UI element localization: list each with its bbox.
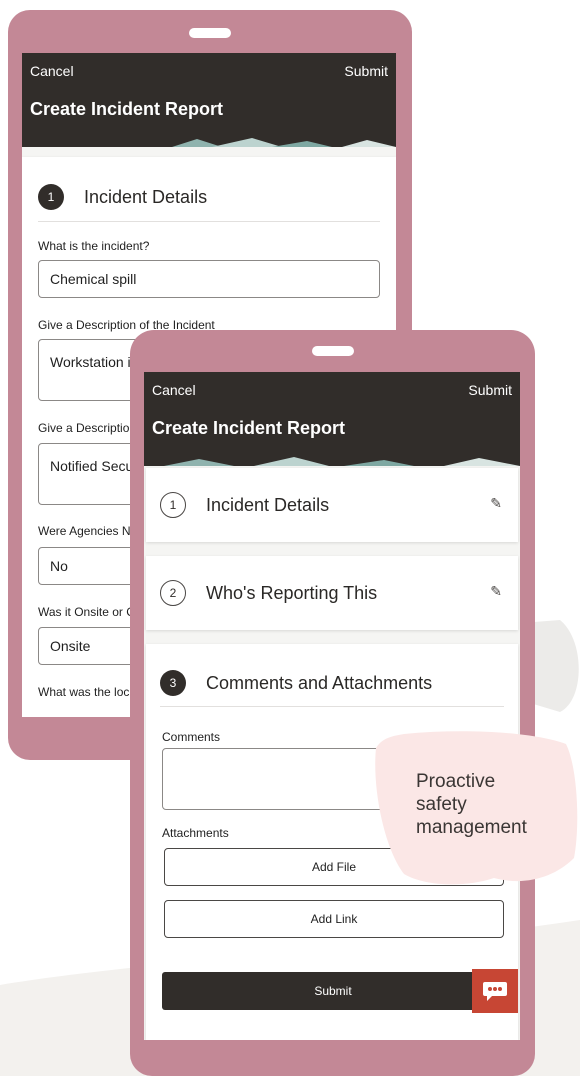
incident-input[interactable]: Chemical spill	[38, 260, 380, 298]
submit-header-button[interactable]: Submit	[344, 63, 388, 79]
cancel-button[interactable]: Cancel	[152, 382, 196, 398]
submit-header-button[interactable]: Submit	[468, 382, 512, 398]
add-link-button[interactable]: Add Link	[164, 900, 504, 938]
step-incident-details: 1 Incident Details	[160, 492, 329, 518]
field-label: Were Agencies N	[38, 524, 131, 538]
chat-bubble-ellipsis-icon	[483, 982, 507, 1001]
divider	[160, 706, 504, 707]
step-label: Who's Reporting This	[206, 582, 378, 603]
header-artwork	[144, 456, 520, 466]
phone-speaker	[189, 28, 231, 38]
page-title: Create Incident Report	[152, 418, 346, 438]
header-artwork	[22, 137, 396, 147]
page-title: Create Incident Report	[30, 99, 224, 119]
field-label: Give a Descriptio	[38, 421, 130, 435]
step-number: 1	[38, 184, 64, 210]
step-incident-details[interactable]: 1 Incident Details	[38, 184, 207, 210]
callout-text: Proactive safety management	[416, 770, 527, 839]
cancel-button[interactable]: Cancel	[30, 63, 74, 79]
comments-label: Comments	[162, 730, 221, 744]
phone-front: Cancel Submit Create Incident Report 1 I…	[130, 330, 535, 1076]
step-number: 2	[160, 580, 186, 606]
app-header: Cancel Submit Create Incident Report	[144, 372, 520, 466]
edit-pencil-icon[interactable]: ✎	[490, 583, 502, 600]
step-label: Comments and Attachments	[206, 672, 433, 693]
step-card-incident-details[interactable]: 1 Incident Details ✎	[146, 468, 518, 542]
step-label: Incident Details	[206, 494, 330, 515]
field-label: Was it Onsite or C	[38, 605, 135, 619]
step-number: 3	[160, 670, 186, 696]
callout-line: Proactive	[416, 771, 496, 792]
callout-line: safety	[416, 794, 467, 815]
app-header: Cancel Submit Create Incident Report	[22, 53, 396, 147]
step-label: Incident Details	[84, 186, 208, 207]
field-label: What is the incident?	[38, 239, 150, 253]
phone-front-screen: Cancel Submit Create Incident Report 1 I…	[144, 372, 520, 1040]
step-comments-attachments: 3 Comments and Attachments	[160, 670, 432, 696]
chat-button[interactable]	[472, 969, 518, 1013]
submit-button[interactable]: Submit	[162, 972, 504, 1010]
step-card-whos-reporting[interactable]: 2 Who's Reporting This ✎	[146, 556, 518, 630]
step-number: 1	[160, 492, 186, 518]
step-whos-reporting: 2 Who's Reporting This	[160, 580, 377, 606]
field-label: What was the loc	[38, 685, 130, 699]
edit-pencil-icon[interactable]: ✎	[490, 495, 502, 512]
callout-line: management	[416, 817, 527, 838]
divider	[38, 221, 380, 222]
phone-speaker	[311, 346, 354, 356]
attachments-label: Attachments	[162, 826, 229, 840]
